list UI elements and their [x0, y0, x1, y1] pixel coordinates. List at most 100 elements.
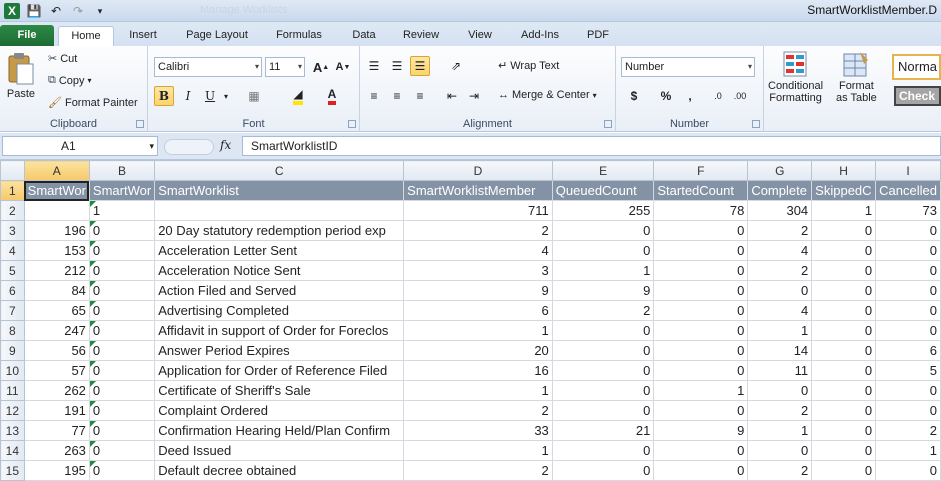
font-size-combo[interactable]: 11 ▾: [265, 57, 305, 77]
cell-c[interactable]: Acceleration Letter Sent: [154, 240, 405, 261]
cell-b[interactable]: 0: [88, 440, 156, 461]
cell-c[interactable]: Affidavit in support of Order for Forecl…: [154, 320, 405, 341]
paste-button[interactable]: Paste: [6, 52, 36, 100]
column-header-f[interactable]: F: [653, 160, 749, 181]
cell-h[interactable]: 0: [811, 460, 877, 481]
cell-c[interactable]: Acceleration Notice Sent: [154, 260, 405, 281]
column-header-i[interactable]: I: [875, 160, 941, 181]
cell-f[interactable]: 0: [653, 260, 749, 281]
cell-f[interactable]: 0: [653, 280, 749, 301]
cell-c[interactable]: Confirmation Hearing Held/Plan Confirm: [154, 420, 405, 441]
format-painter-button[interactable]: 🖌 Format Painter: [48, 96, 138, 110]
cell-b[interactable]: 0: [88, 340, 156, 361]
cell-f[interactable]: 0: [653, 340, 749, 361]
tab-review[interactable]: Review: [396, 26, 446, 46]
cell-d[interactable]: 3: [403, 260, 553, 281]
comma-button[interactable]: ,: [680, 86, 700, 106]
cell-e[interactable]: 0: [551, 240, 655, 261]
cell-e[interactable]: 21: [551, 420, 655, 441]
worksheet-grid[interactable]: A B C D E F G H I 1 SmartWor SmartWor Sm…: [0, 160, 941, 481]
check-cell-style[interactable]: Check C: [894, 86, 941, 106]
tab-insert[interactable]: Insert: [120, 26, 166, 46]
customize-qat-icon[interactable]: ▾: [92, 3, 108, 19]
cell-e[interactable]: 0: [551, 380, 655, 401]
cell-h1[interactable]: SkippedC: [811, 180, 877, 201]
row-header[interactable]: 13: [0, 420, 25, 441]
cell-c[interactable]: Certificate of Sheriff's Sale: [154, 380, 405, 401]
grow-font-button[interactable]: A ▲: [311, 57, 331, 77]
cell-i[interactable]: 6: [875, 340, 941, 361]
cell-e[interactable]: 0: [551, 340, 655, 361]
increase-indent-icon[interactable]: ⇥: [464, 86, 484, 106]
number-format-combo[interactable]: Number ▾: [621, 57, 755, 77]
cell-g[interactable]: 2: [747, 260, 813, 281]
cell-d[interactable]: 16: [403, 360, 553, 381]
cell-b[interactable]: 0: [88, 420, 156, 441]
row-header[interactable]: 3: [0, 220, 25, 241]
cell-h[interactable]: 0: [811, 400, 877, 421]
borders-icon[interactable]: ▦: [244, 86, 264, 106]
tab-view[interactable]: View: [458, 26, 502, 46]
row-header[interactable]: 15: [0, 460, 25, 481]
cell-b[interactable]: 0: [88, 220, 156, 241]
tab-home[interactable]: Home: [58, 26, 114, 46]
cell-g[interactable]: 2: [747, 460, 813, 481]
chevron-down-icon[interactable]: ▾: [748, 58, 752, 76]
cell-d[interactable]: 4: [403, 240, 553, 261]
dialog-launcher-icon[interactable]: [604, 120, 612, 128]
save-icon[interactable]: 💾: [26, 3, 42, 19]
cell-h[interactable]: 0: [811, 300, 877, 321]
cell-i[interactable]: 0: [875, 300, 941, 321]
cell-d[interactable]: 6: [403, 300, 553, 321]
tab-pdf[interactable]: PDF: [578, 26, 618, 46]
cell-i1[interactable]: Cancelled: [875, 180, 941, 201]
row-header[interactable]: 1: [0, 180, 25, 201]
cell-e[interactable]: 0: [551, 400, 655, 421]
cell-g1[interactable]: Complete: [747, 180, 813, 201]
cell-c[interactable]: Application for Order of Reference Filed: [154, 360, 405, 381]
cell-i[interactable]: 2: [875, 420, 941, 441]
formula-input[interactable]: SmartWorklistID: [242, 136, 941, 156]
cell-f[interactable]: 0: [653, 460, 749, 481]
cell-d[interactable]: 9: [403, 280, 553, 301]
cell-e[interactable]: 0: [551, 220, 655, 241]
row-header[interactable]: 10: [0, 360, 25, 381]
cell-d[interactable]: 1: [403, 320, 553, 341]
cell-g[interactable]: 4: [747, 240, 813, 261]
cell-a[interactable]: 212: [23, 260, 90, 281]
insert-function-icon[interactable]: fx: [220, 138, 231, 152]
cell-a[interactable]: 263: [23, 440, 90, 461]
cell-e[interactable]: 2: [551, 300, 655, 321]
row-header[interactable]: 7: [0, 300, 25, 321]
bottom-align-icon[interactable]: ☰: [410, 56, 430, 76]
copy-button[interactable]: ⧉ Copy ▾: [48, 74, 92, 87]
chevron-down-icon[interactable]: ▾: [149, 137, 154, 155]
cell-h[interactable]: 0: [811, 240, 877, 261]
cell-f[interactable]: 0: [653, 320, 749, 341]
cell-b1[interactable]: SmartWor: [88, 180, 156, 201]
cell-c[interactable]: [154, 200, 405, 221]
fill-color-icon[interactable]: ◢: [288, 86, 308, 106]
row-header[interactable]: 12: [0, 400, 25, 421]
cell-i[interactable]: 0: [875, 460, 941, 481]
cell-g[interactable]: 0: [747, 380, 813, 401]
cell-c[interactable]: Complaint Ordered: [154, 400, 405, 421]
cell-c[interactable]: Deed Issued: [154, 440, 405, 461]
cell-c[interactable]: Answer Period Expires: [154, 340, 405, 361]
cell-i[interactable]: 0: [875, 260, 941, 281]
cell-i[interactable]: 73: [875, 200, 941, 221]
cell-d[interactable]: 1: [403, 440, 553, 461]
cell-f[interactable]: 0: [653, 240, 749, 261]
cell-a[interactable]: [23, 200, 90, 221]
cell-a[interactable]: 84: [23, 280, 90, 301]
cell-i[interactable]: 1: [875, 440, 941, 461]
cell-i[interactable]: 0: [875, 380, 941, 401]
cell-h[interactable]: 0: [811, 340, 877, 361]
cell-d[interactable]: 33: [403, 420, 553, 441]
cell-h[interactable]: 0: [811, 220, 877, 241]
cell-g[interactable]: 304: [747, 200, 813, 221]
cell-i[interactable]: 0: [875, 240, 941, 261]
cell-e[interactable]: 0: [551, 440, 655, 461]
cell-b[interactable]: 0: [88, 460, 156, 481]
cell-f[interactable]: 0: [653, 220, 749, 241]
